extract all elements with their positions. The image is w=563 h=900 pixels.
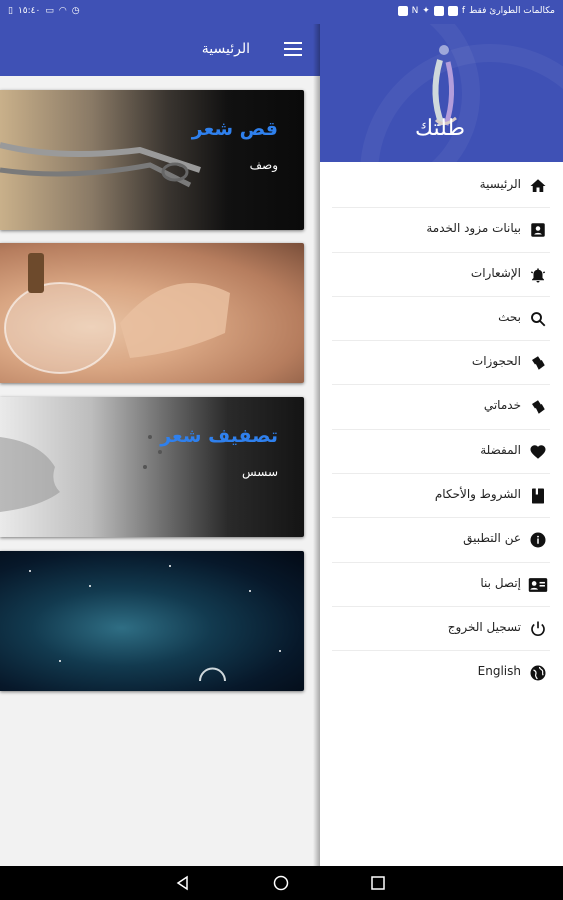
- service-card-cupping[interactable]: [0, 243, 304, 383]
- globe-icon: [528, 663, 548, 683]
- drawer-item-label: تسجيل الخروج: [447, 619, 521, 634]
- drawer-item-provider-info[interactable]: بيانات مزود الخدمة: [332, 208, 550, 253]
- cupping-image: [4, 253, 230, 374]
- heart-icon: [528, 442, 548, 462]
- drawer-item-label: بحث: [498, 309, 521, 324]
- drawer-item-label: الإشعارات: [470, 265, 521, 280]
- app-bar: الرئيسية: [0, 24, 320, 76]
- drawer-item-home[interactable]: الرئيسية: [332, 164, 550, 209]
- battery-icon: ▭: [45, 6, 54, 16]
- app-icon: [397, 6, 408, 16]
- navigation-drawer: طلتك الرئيسية بيانات مزود الخدمة الإشعار…: [320, 24, 563, 866]
- app-icon: [447, 6, 458, 16]
- menu-icon[interactable]: [284, 42, 302, 56]
- carrier-text: مكالمات الطوارئ فقط: [469, 6, 555, 16]
- drawer-item-my-services[interactable]: خدماتي: [332, 385, 550, 430]
- home-icon: [528, 176, 548, 196]
- recents-icon[interactable]: [370, 875, 386, 891]
- app-logo-text: طلتك: [415, 116, 465, 141]
- twitter-icon: ✦: [422, 6, 430, 16]
- facebook-icon: f: [461, 6, 466, 16]
- contact-icon: [528, 575, 548, 595]
- page-title: الرئيسية: [201, 41, 250, 57]
- drawer-item-label: الحجوزات: [471, 354, 521, 369]
- back-icon[interactable]: [175, 875, 191, 891]
- power-icon: [528, 619, 548, 639]
- drawer-item-bookings[interactable]: الحجوزات: [332, 341, 550, 386]
- contact-card-icon: [528, 220, 548, 240]
- drawer-item-label: المفضلة: [480, 442, 521, 457]
- book-icon: [528, 486, 548, 506]
- app-icon: [433, 6, 444, 16]
- drawer-item-search[interactable]: بحث: [332, 297, 550, 342]
- drawer-item-label: إتصل بنا: [480, 575, 521, 590]
- drawer-menu: الرئيسية بيانات مزود الخدمة الإشعارات بح…: [332, 164, 550, 696]
- drawer-item-label: English: [477, 664, 521, 679]
- drawer-item-about[interactable]: عن التطبيق: [332, 518, 550, 563]
- drawer-item-contact[interactable]: إتصل بنا: [332, 563, 550, 607]
- drawer-item-label: بيانات مزود الخدمة: [426, 221, 521, 236]
- service-card-haircut[interactable]: قص شعر وصف: [0, 90, 304, 230]
- system-navigation-bar: [0, 866, 563, 900]
- service-card-space[interactable]: [0, 551, 304, 691]
- time: ١٥:٤٠: [17, 6, 41, 16]
- bell-icon: [528, 265, 548, 285]
- tickets-icon: [528, 353, 548, 373]
- status-icons-left: ▯ ١٥:٤٠ ▭ ◠ ◷: [8, 4, 80, 18]
- drawer-item-language[interactable]: English: [332, 651, 550, 695]
- home-button-icon[interactable]: [273, 875, 289, 891]
- vibrate-icon: ▯: [8, 6, 13, 16]
- drawer-item-label: الرئيسية: [479, 177, 521, 191]
- nfc-icon: N: [411, 6, 419, 16]
- drawer-item-logout[interactable]: تسجيل الخروج: [332, 607, 550, 652]
- drawer-item-label: خدماتي: [483, 398, 521, 413]
- card-title: تصفيف شعر: [160, 425, 278, 447]
- space-image: [29, 565, 281, 682]
- wifi-icon: ◠: [58, 6, 67, 16]
- info-icon: [528, 530, 548, 550]
- card-title: قص شعر: [191, 118, 278, 140]
- status-icons-right: مكالمات الطوارئ فقط f ✦ N: [397, 4, 555, 18]
- card-description: سسس: [241, 465, 278, 479]
- alarm-icon: ◷: [71, 6, 80, 16]
- drawer-item-label: عن التطبيق: [463, 531, 521, 546]
- card-description: وصف: [249, 158, 278, 172]
- drawer-item-terms[interactable]: الشروط والأحكام: [332, 474, 550, 519]
- drawer-header: طلتك: [320, 24, 563, 162]
- drawer-item-favorites[interactable]: المفضلة: [332, 430, 550, 475]
- search-icon: [528, 309, 548, 329]
- drawer-item-label: الشروط والأحكام: [434, 487, 521, 502]
- service-card-hairstyling[interactable]: تصفيف شعر سسس: [0, 397, 304, 537]
- main-content: الرئيسية قص شعر وصف تصفيف شعر سسس: [0, 24, 320, 866]
- drawer-item-notifications[interactable]: الإشعارات: [332, 253, 550, 297]
- tickets-icon: [528, 397, 548, 417]
- status-bar: ▯ ١٥:٤٠ ▭ ◠ ◷ مكالمات الطوارئ فقط f ✦ N: [0, 0, 563, 24]
